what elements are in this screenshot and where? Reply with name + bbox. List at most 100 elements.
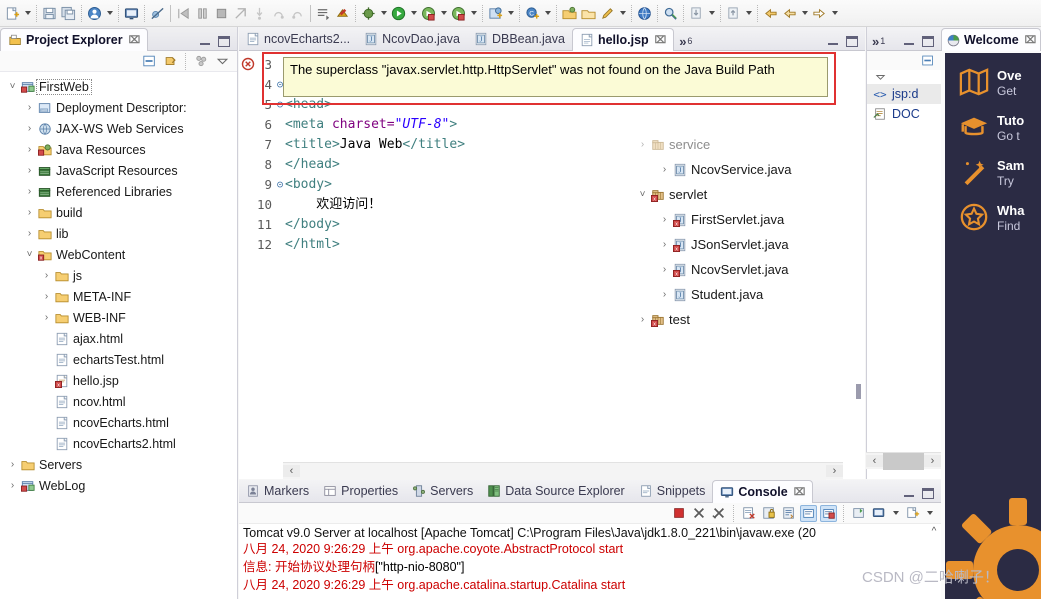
new-wizard-icon-group[interactable] bbox=[3, 2, 33, 24]
web-browser-icon[interactable] bbox=[635, 4, 654, 23]
step-return-icon-group[interactable] bbox=[288, 2, 307, 24]
maximize-button[interactable] bbox=[922, 36, 934, 47]
remove-launch-icon[interactable] bbox=[690, 505, 707, 522]
run-icon-group[interactable] bbox=[389, 2, 419, 24]
tree-item-deployment-descriptor[interactable]: › xml Deployment Descriptor: bbox=[0, 97, 237, 118]
console-tab-properties[interactable]: Properties bbox=[316, 479, 405, 502]
tree-item-webcontent[interactable]: ˅ x WebContent bbox=[0, 244, 237, 265]
resume-icon-group[interactable] bbox=[174, 2, 193, 24]
project-tree[interactable]: ˅ FirstWeb › xml Deployment Descriptor: › JAX-… bbox=[0, 72, 237, 496]
expand-arrow-icon[interactable]: › bbox=[23, 102, 36, 113]
import-icon[interactable] bbox=[687, 4, 706, 23]
disconnect-icon-group[interactable] bbox=[231, 2, 250, 24]
tree-item-ncovecharts2-html[interactable]: ›ncovEcharts2.html bbox=[0, 433, 237, 454]
maximize-button[interactable] bbox=[218, 36, 230, 47]
tree-item-ncovecharts-html[interactable]: ›ncovEcharts.html bbox=[0, 412, 237, 433]
tree-item-java-resources[interactable]: › Java Resources bbox=[0, 139, 237, 160]
scroll-lock-icon[interactable] bbox=[760, 505, 777, 522]
popup-tree-item-test[interactable]: › x test bbox=[632, 307, 864, 332]
popup-tree-item-student-java[interactable]: › J Student.java bbox=[632, 282, 864, 307]
console-tab-console[interactable]: Console ⌧ bbox=[712, 480, 814, 503]
editor-tab-overflow[interactable]: » 6 bbox=[674, 35, 697, 50]
console-scroll-up-icon[interactable]: ^ bbox=[927, 526, 941, 537]
popup-tree-item-servlet[interactable]: ˅ x servlet bbox=[632, 182, 864, 207]
dropdown-caret-icon[interactable] bbox=[505, 4, 516, 23]
tree-item-javascript-resources[interactable]: › JavaScript Resources bbox=[0, 160, 237, 181]
web-browser-icon-group[interactable] bbox=[635, 2, 654, 24]
dropdown-caret-icon[interactable] bbox=[542, 4, 553, 23]
suspend-icon-group[interactable] bbox=[193, 2, 212, 24]
console-tab-servers[interactable]: Servers bbox=[405, 479, 480, 502]
show-console-on-output-icon[interactable] bbox=[800, 504, 817, 522]
tree-item-servers[interactable]: › Servers bbox=[0, 454, 237, 475]
show-console-on-error-icon[interactable] bbox=[820, 504, 837, 522]
skip-breakpoints-icon[interactable] bbox=[148, 4, 167, 23]
collapse-all-icon[interactable] bbox=[919, 52, 937, 69]
new-class-icon[interactable]: C bbox=[523, 4, 542, 23]
tree-item-referenced-libraries[interactable]: › Referenced Libraries bbox=[0, 181, 237, 202]
step-over-icon[interactable] bbox=[269, 4, 288, 23]
dropdown-caret-icon[interactable] bbox=[438, 4, 449, 23]
expand-arrow-icon[interactable]: › bbox=[658, 289, 671, 300]
terminate-icon[interactable] bbox=[212, 4, 231, 23]
view-menu-icon[interactable] bbox=[213, 53, 231, 70]
new-class-icon-group[interactable]: C bbox=[523, 2, 553, 24]
export-icon[interactable] bbox=[724, 4, 743, 23]
console-vertical-scrollbar[interactable]: ^ bbox=[927, 524, 941, 599]
dropdown-caret-icon[interactable] bbox=[408, 4, 419, 23]
outline-tab-overflow[interactable]: » 1 bbox=[867, 35, 890, 50]
pin-console-icon[interactable] bbox=[850, 505, 867, 522]
step-over-icon-group[interactable] bbox=[269, 2, 288, 24]
outline-tree[interactable]: <> jsp:d DOC bbox=[867, 84, 941, 124]
next-icon-group[interactable] bbox=[810, 2, 840, 24]
maximize-button[interactable] bbox=[846, 36, 858, 47]
resume-icon[interactable] bbox=[174, 4, 193, 23]
outline-item-doc[interactable]: DOC bbox=[867, 104, 941, 124]
tree-item-jax-ws-web-services[interactable]: › JAX-WS Web Services bbox=[0, 118, 237, 139]
console-tab-snippets[interactable]: Snippets bbox=[632, 479, 713, 502]
outline-scroll-left-button[interactable]: ‹ bbox=[866, 455, 883, 467]
tree-item-ncov-html[interactable]: ›ncov.html bbox=[0, 391, 237, 412]
editor-horizontal-scrollbar[interactable]: ‹ › bbox=[283, 462, 843, 480]
run-coverage-icon-group[interactable] bbox=[419, 2, 449, 24]
import-icon-group[interactable] bbox=[687, 2, 717, 24]
previous-icon-group[interactable] bbox=[780, 2, 810, 24]
tree-item-lib[interactable]: › lib bbox=[0, 223, 237, 244]
open-console-icon[interactable] bbox=[904, 505, 921, 522]
minimize-button[interactable] bbox=[199, 36, 211, 47]
debug-icon-group[interactable] bbox=[359, 2, 389, 24]
external-tools-icon[interactable] bbox=[449, 4, 468, 23]
run-last-tool-icon-group[interactable] bbox=[314, 2, 333, 24]
console-tab-markers[interactable]: Markers bbox=[239, 479, 316, 502]
word-wrap-icon[interactable] bbox=[780, 505, 797, 522]
close-icon[interactable]: ⌧ bbox=[129, 35, 141, 46]
link-with-editor-icon[interactable] bbox=[161, 53, 179, 70]
dropdown-caret-icon[interactable] bbox=[829, 4, 840, 23]
expand-arrow-icon[interactable]: › bbox=[40, 291, 53, 302]
focus-on-active-task-icon[interactable] bbox=[192, 53, 210, 70]
dropdown-caret-icon[interactable] bbox=[743, 4, 754, 23]
welcome-item-hat[interactable]: Tuto Go t bbox=[945, 98, 1041, 143]
dropdown-caret-icon[interactable] bbox=[890, 504, 901, 523]
back-icon[interactable] bbox=[761, 4, 780, 23]
remove-all-launches-icon[interactable] bbox=[710, 505, 727, 522]
expand-arrow-icon[interactable]: › bbox=[6, 480, 19, 491]
popup-tree-item-service[interactable]: › service bbox=[632, 132, 864, 157]
save-icon[interactable] bbox=[40, 4, 59, 23]
dropdown-caret-icon[interactable] bbox=[378, 4, 389, 23]
dropdown-caret-icon[interactable] bbox=[468, 4, 479, 23]
editor-tab-ncovecharts2[interactable]: ncovEcharts2... bbox=[239, 27, 357, 50]
tab-welcome[interactable]: Welcome ⌧ bbox=[941, 28, 1041, 51]
tree-item-js[interactable]: › js bbox=[0, 265, 237, 286]
pencil-icon-group[interactable] bbox=[598, 2, 628, 24]
coverage-icon-group[interactable] bbox=[333, 2, 352, 24]
tree-item-hello-jsp[interactable]: ›xhello.jsp bbox=[0, 370, 237, 391]
save-all-icon[interactable] bbox=[59, 4, 78, 23]
welcome-item-wand[interactable]: Sam Try bbox=[945, 143, 1041, 188]
dropdown-caret-icon[interactable] bbox=[104, 4, 115, 23]
export-icon-group[interactable] bbox=[724, 2, 754, 24]
search-icon[interactable] bbox=[661, 4, 680, 23]
package-explorer-popup[interactable]: ›service›JNcovService.java˅xservlet›JxFi… bbox=[632, 132, 864, 368]
expand-arrow-icon[interactable]: › bbox=[23, 186, 36, 197]
dropdown-caret-icon[interactable] bbox=[924, 504, 935, 523]
